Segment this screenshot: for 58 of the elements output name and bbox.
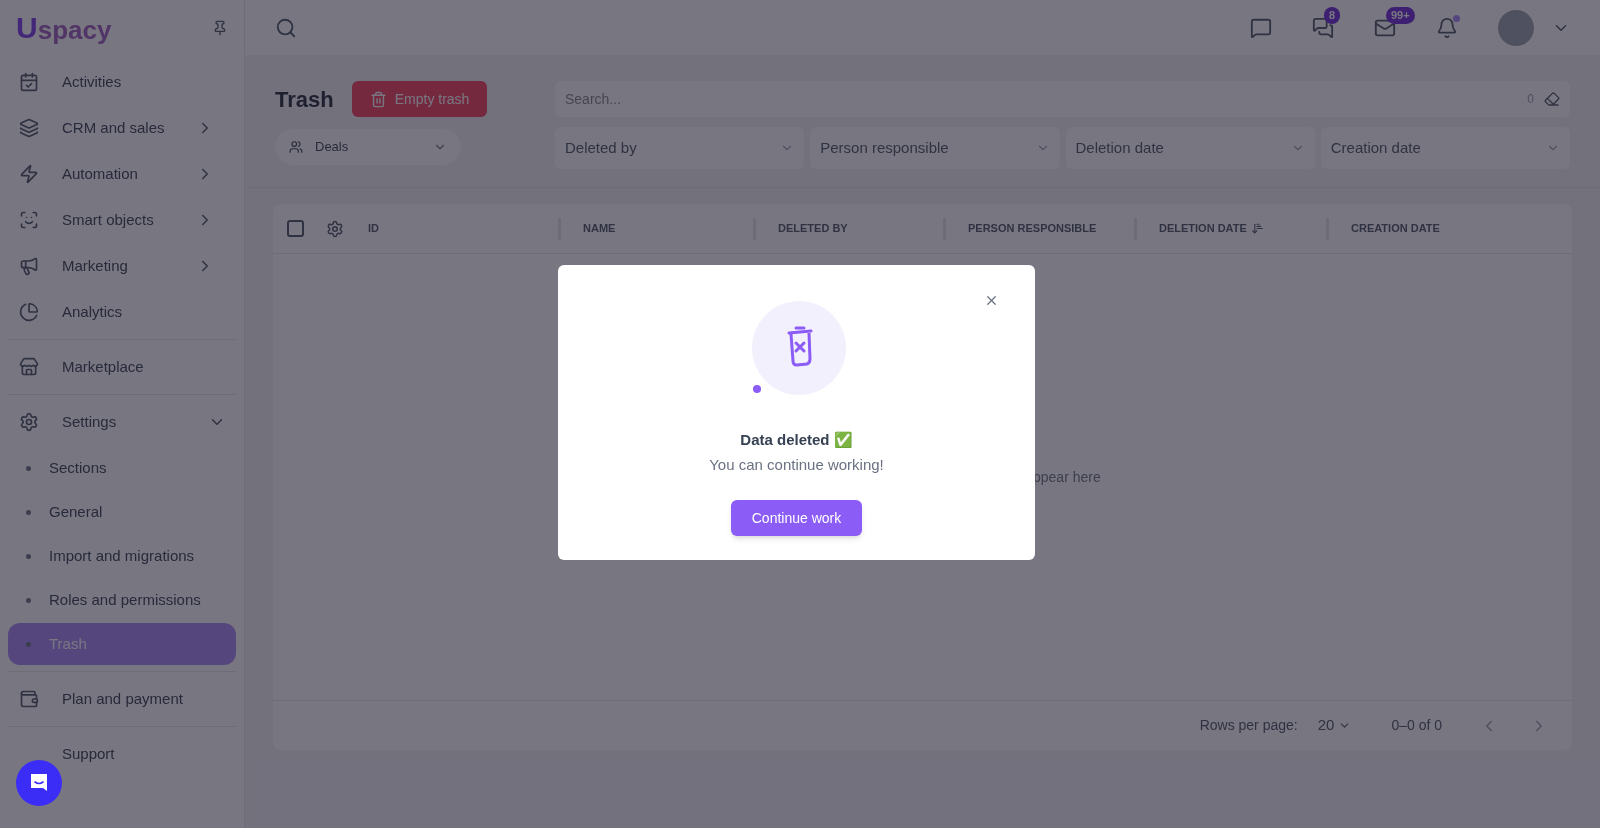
rows-per-page-select[interactable]: 20 [1317,714,1352,737]
sort-icon[interactable] [1250,222,1264,235]
column-header[interactable]: ID [368,220,379,237]
page-title: Trash [275,85,334,114]
sidebar-item-icon [19,412,39,432]
sidebar-item[interactable]: Smart objects [8,197,236,243]
filter-dropdown[interactable]: Deletion date [1065,127,1315,169]
sidebar-item[interactable]: Settings [8,399,236,445]
pin-icon[interactable] [212,19,228,36]
dialog-message: You can continue working! [709,454,884,475]
filter-dropdown[interactable]: Deleted by [555,127,805,169]
people-icon [289,140,303,154]
sidebar-item-icon [19,357,39,377]
eraser-icon[interactable] [1544,91,1560,107]
logo: Uspacy [16,12,112,43]
sidebar-item-icon [19,302,39,322]
sidebar-item[interactable]: Automation [8,151,236,197]
sidebar-item[interactable]: Support [8,731,236,777]
close-icon[interactable] [984,293,999,308]
avatar[interactable] [1498,9,1534,46]
entity-select[interactable]: Deals [275,129,461,165]
count-badge: 8 [1324,6,1341,24]
rows-per-page-label: Rows per page: [1199,716,1298,735]
column-header[interactable]: DELETION DATE [1159,220,1247,237]
sidebar-item[interactable]: Marketing [8,243,236,289]
chat-bubble-icon [28,772,50,794]
sidebar-item-icon [19,256,39,276]
sidebar-subitem[interactable]: Roles and permissions [8,579,236,621]
sidebar-item-icon [19,118,39,138]
sidebar-item[interactable]: Analytics [8,289,236,335]
sidebar-item-icon [19,72,39,92]
count-badge: 99+ [1386,6,1415,24]
filter-dropdown[interactable]: Creation date [1320,127,1570,169]
chat-icon[interactable] [1250,16,1272,39]
filter-dropdown[interactable]: Person responsible [810,127,1060,169]
page-range: 0–0 of 0 [1391,716,1442,735]
column-header[interactable]: PERSON RESPONSIBLE [968,220,1097,237]
select-all-checkbox[interactable] [287,220,304,237]
settings-icon[interactable] [326,219,344,238]
sidebar-subitem[interactable]: General [8,491,236,533]
sidebar-item-icon [19,164,39,184]
search-icon[interactable] [275,16,297,39]
sidebar-subitem[interactable]: Import and migrations [8,535,236,577]
sidebar-item-icon [19,210,39,230]
trash-icon [369,90,387,108]
sidebar-item[interactable]: Marketplace [8,344,236,390]
sidebar-item[interactable]: Activities [8,59,236,105]
sidebar-item-icon [19,689,39,709]
column-header[interactable]: CREATION DATE [1351,220,1440,237]
sidebar-subitem[interactable]: Sections [8,447,236,489]
sidebar-item[interactable]: CRM and sales [8,105,236,151]
dialog-title: Data deleted ✅ [740,430,853,450]
bell-icon[interactable] [1436,16,1458,39]
continue-work-button[interactable]: Continue work [730,500,863,536]
column-header[interactable]: NAME [583,220,616,237]
empty-trash-button[interactable]: Empty trash [351,81,488,117]
column-header[interactable]: DELETED BY [778,220,848,237]
sidebar-item[interactable]: Plan and payment [8,676,236,722]
